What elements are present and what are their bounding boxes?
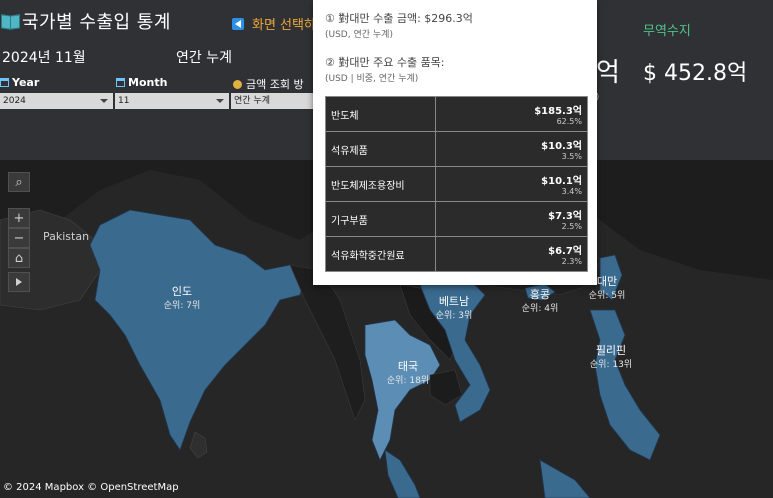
country-name: 필리핀 xyxy=(595,344,627,357)
month-filter-label: Month xyxy=(116,76,167,89)
year-select-value: 2024 xyxy=(3,96,26,106)
period-label: 2024년 11월 xyxy=(2,50,86,66)
screen-select-label: 화면 선택하 xyxy=(252,18,316,33)
tooltip-main-items-sub: (USD | 비중, 연간 누계) xyxy=(325,74,419,84)
item-value: $10.1억 3.4% xyxy=(436,167,587,201)
item-amount: $10.1억 xyxy=(541,176,582,187)
trade-balance-value: $ 452.8억 xyxy=(643,61,748,86)
item-value: $7.3억 2.5% xyxy=(436,202,587,236)
amount-filter-label: 금액 조회 방 xyxy=(233,76,304,92)
calendar-icon xyxy=(116,78,125,87)
item-name: 기구부품 xyxy=(326,202,436,236)
amount-select-value: 연간 누계 xyxy=(234,96,270,106)
item-value: $10.3억 3.5% xyxy=(436,132,587,166)
item-value: $6.7억 2.3% xyxy=(436,237,587,271)
country-name: 인도 xyxy=(171,285,193,298)
item-name: 석유제품 xyxy=(326,132,436,166)
tooltip-export-amount-sub: (USD, 연간 누계) xyxy=(325,30,393,40)
month-select-value: 11 xyxy=(118,96,130,106)
country-rank: 순위: 7위 xyxy=(163,301,201,311)
country-rank: 순위: 13위 xyxy=(589,360,633,370)
item-amount: $7.3억 xyxy=(548,211,582,222)
year-label-text: Year xyxy=(12,76,40,89)
year-filter-label: Year xyxy=(0,76,39,89)
play-icon xyxy=(16,278,22,286)
item-share: 3.4% xyxy=(561,187,582,196)
map-label-philippines[interactable]: 필리핀 순위: 13위 xyxy=(590,344,632,372)
item-name: 반도체 xyxy=(326,97,436,131)
map-label-hongkong[interactable]: 홍콩 순위: 4위 xyxy=(522,288,558,316)
export-kpi-value: 억 xyxy=(596,58,620,88)
tooltip-main-items: ② 對대만 주요 수출 품목: xyxy=(325,56,445,69)
zoom-in-button[interactable]: + xyxy=(8,208,30,228)
country-rank: 순위: 5위 xyxy=(588,291,626,301)
item-amount: $6.7억 xyxy=(548,246,582,257)
map-label-vietnam[interactable]: 베트남 순위: 3위 xyxy=(436,295,472,323)
item-share: 2.3% xyxy=(561,257,582,266)
export-items-table: 반도체 $185.3억 62.5% 석유제품 $10.3억 3.5% 반도체제조… xyxy=(325,96,588,272)
page-title: 국가별 수출입 통계 xyxy=(22,12,171,33)
search-map-button[interactable]: ⌕ xyxy=(8,172,30,192)
year-select[interactable]: 2024 xyxy=(0,93,113,109)
item-share: 3.5% xyxy=(561,152,582,161)
zoom-out-button[interactable]: − xyxy=(8,228,30,248)
amount-label-text: 금액 조회 방 xyxy=(246,78,304,91)
chevron-down-icon xyxy=(100,99,108,103)
item-share: 2.5% xyxy=(561,222,582,231)
country-name: 홍콩 xyxy=(529,288,551,301)
screen-select-button[interactable]: 화면 선택하 xyxy=(232,14,316,33)
country-rank: 순위: 3위 xyxy=(435,311,473,321)
item-share: 62.5% xyxy=(556,117,582,126)
map-attribution[interactable]: © 2024 Mapbox © OpenStreetMap xyxy=(3,482,179,493)
map-label-pakistan: Pakistan xyxy=(43,230,90,243)
item-amount: $185.3억 xyxy=(534,106,582,117)
table-row: 반도체제조용장비 $10.1억 3.4% xyxy=(326,167,587,202)
tooltip-export-amount: ① 對대만 수출 금액: $296.3억 xyxy=(325,12,473,25)
trade-balance-label: 무역수지 xyxy=(643,24,691,39)
map-label-thailand[interactable]: 태국 순위: 18위 xyxy=(387,360,429,388)
chevron-down-icon xyxy=(216,99,224,103)
tooltip-panel: ① 對대만 수출 금액: $296.3억 (USD, 연간 누계) ② 對대만 … xyxy=(313,0,597,285)
country-rank: 순위: 4위 xyxy=(521,304,559,314)
map-label-india[interactable]: 인도 순위: 7위 xyxy=(164,285,200,313)
item-name: 반도체제조용장비 xyxy=(326,167,436,201)
expand-button[interactable] xyxy=(8,272,30,292)
home-button[interactable]: ⌂ xyxy=(8,248,30,268)
item-value: $185.3억 62.5% xyxy=(436,97,587,131)
month-label-text: Month xyxy=(128,76,168,89)
country-name: 태국 xyxy=(397,360,419,373)
calendar-icon xyxy=(0,78,9,87)
item-amount: $10.3억 xyxy=(541,141,582,152)
play-icon xyxy=(232,17,244,30)
month-select[interactable]: 11 xyxy=(115,93,229,109)
table-row: 석유화학중간원료 $6.7억 2.3% xyxy=(326,237,587,271)
country-name: 베트남 xyxy=(438,295,470,308)
book-icon xyxy=(1,13,20,30)
amount-select[interactable]: 연간 누계 xyxy=(231,93,313,109)
money-bag-icon xyxy=(233,79,242,89)
table-row: 기구부품 $7.3억 2.5% xyxy=(326,202,587,237)
item-name: 석유화학중간원료 xyxy=(326,237,436,271)
cumulative-label: 연간 누계 xyxy=(176,50,232,66)
table-row: 반도체 $185.3억 62.5% xyxy=(326,97,587,132)
title-row: 국가별 수출입 통계 xyxy=(0,8,171,34)
table-row: 석유제품 $10.3억 3.5% xyxy=(326,132,587,167)
country-rank: 순위: 18위 xyxy=(386,376,430,386)
